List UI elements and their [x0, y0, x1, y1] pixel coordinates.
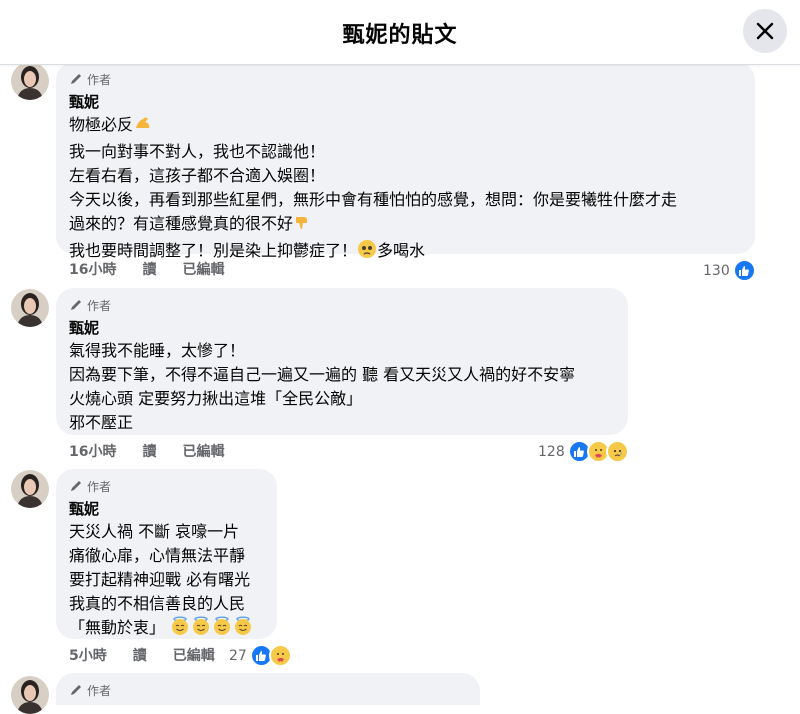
pencil-icon: [71, 685, 81, 695]
comment-time[interactable]: 5小時: [69, 645, 107, 665]
comment-line: 過來的？有這種感覺真的很不好: [69, 212, 741, 239]
comment-line: 「無動於衷」: [69, 616, 263, 643]
author-badge: 作者: [69, 296, 614, 314]
reaction-summary[interactable]: 27: [229, 644, 292, 667]
comment-bubble: 作者 甄妮 物極必反 我一向對事不對人，我也不認識他！ 左看右看，這孩子都不合適…: [56, 62, 755, 260]
comment-line: 要打起精神迎戰 必有曙光: [69, 570, 251, 589]
comment-line: 因為要下筆，不得不逼自己一遍又一遍的 聽 看又天災又人禍的好不安寧: [69, 365, 576, 384]
comment-text: 物極必反: [69, 115, 134, 134]
reaction-count: 27: [229, 647, 247, 664]
comment-bubble: 作者 甄妮 天災人禍 不斷 哀嚎一片 痛徹心扉，心情無法平靜 要打起精神迎戰 必…: [56, 469, 277, 639]
author-badge: 作者: [69, 477, 263, 495]
thumbs-down-icon: [293, 214, 311, 239]
close-icon: [756, 22, 774, 40]
commenter-name[interactable]: 甄妮: [69, 91, 741, 113]
read-button[interactable]: 讀: [142, 441, 156, 461]
author-badge: 作者: [69, 70, 741, 88]
comment-actions: 5小時 讀 已編輯: [69, 645, 241, 665]
reaction-summary[interactable]: 130: [703, 259, 756, 282]
comment-line: 我一向對事不對人，我也不認識他！: [69, 142, 326, 161]
author-badge-label: 作者: [87, 298, 112, 313]
comment-actions: 16小時 讀 已編輯: [69, 441, 250, 461]
comment-line: 左看右看，這孩子都不合適入娛圈！: [69, 166, 326, 185]
comment-line: 天災人禍 不斷 哀嚎一片: [69, 522, 240, 541]
comment-line: 今天以後，再看到那些紅星們，無形中會有種怕怕的感覺，想問：你是要犧牲什麼才走: [69, 190, 678, 209]
close-button[interactable]: [743, 9, 787, 53]
page-title: 甄妮的貼文: [342, 23, 458, 48]
comment-line: 氣得我不能睡，太慘了！: [69, 341, 246, 360]
commenter-name[interactable]: 甄妮: [69, 498, 263, 520]
edited-label[interactable]: 已編輯: [173, 645, 215, 665]
flexed-biceps-icon: [133, 113, 153, 140]
avatar[interactable]: [11, 470, 49, 508]
comment-text: 「無動於衷」: [69, 618, 166, 637]
post-header: 甄妮的貼文: [0, 0, 800, 65]
reaction-summary[interactable]: 128: [538, 440, 629, 463]
comment-line: 物極必反: [69, 113, 741, 140]
like-reaction-icon: [732, 259, 756, 282]
comment-text: 過來的？有這種感覺真的很不好: [69, 214, 294, 233]
author-badge-label: 作者: [87, 479, 112, 494]
pencil-icon: [71, 300, 81, 310]
smiling-face-with-halo-icon: [170, 616, 254, 643]
comment-time[interactable]: 16小時: [69, 441, 116, 461]
edited-label[interactable]: 已編輯: [182, 259, 224, 279]
comment-actions: 16小時 讀 已編輯: [69, 259, 250, 279]
read-button[interactable]: 讀: [142, 259, 156, 279]
reaction-count: 130: [703, 262, 730, 279]
reaction-count: 128: [538, 443, 565, 460]
avatar[interactable]: [11, 676, 49, 714]
comment-line: 我真的不相信善良的人民: [69, 594, 246, 613]
comment-text: 我也要時間調整了！別是染上抑鬱症了！: [69, 241, 358, 260]
author-badge-label: 作者: [87, 72, 112, 87]
care-reaction-icon: [268, 644, 292, 667]
commenter-name[interactable]: 甄妮: [69, 317, 614, 339]
comment-line: 痛徹心扉，心情無法平靜: [69, 546, 246, 565]
author-badge: 作者: [69, 681, 466, 699]
comment-bubble: 作者: [56, 673, 480, 705]
comment-line: 邪不壓正: [69, 413, 134, 432]
pleading-face-icon: [357, 239, 377, 266]
comment-line: 火燒心頭 定要努力揪出這堆「全民公敵」: [69, 389, 363, 408]
comment-text: 多喝水: [377, 241, 426, 260]
read-button[interactable]: 讀: [133, 645, 147, 665]
avatar[interactable]: [11, 62, 49, 100]
avatar[interactable]: [11, 289, 49, 327]
edited-label[interactable]: 已編輯: [182, 441, 224, 461]
sad-reaction-icon: [605, 440, 629, 463]
pencil-icon: [71, 481, 81, 491]
comment-bubble: 作者 甄妮 氣得我不能睡，太慘了！ 因為要下筆，不得不逼自己一遍又一遍的 聽 看…: [56, 288, 628, 435]
comment-time[interactable]: 16小時: [69, 259, 116, 279]
author-badge-label: 作者: [87, 683, 112, 698]
pencil-icon: [71, 74, 81, 84]
